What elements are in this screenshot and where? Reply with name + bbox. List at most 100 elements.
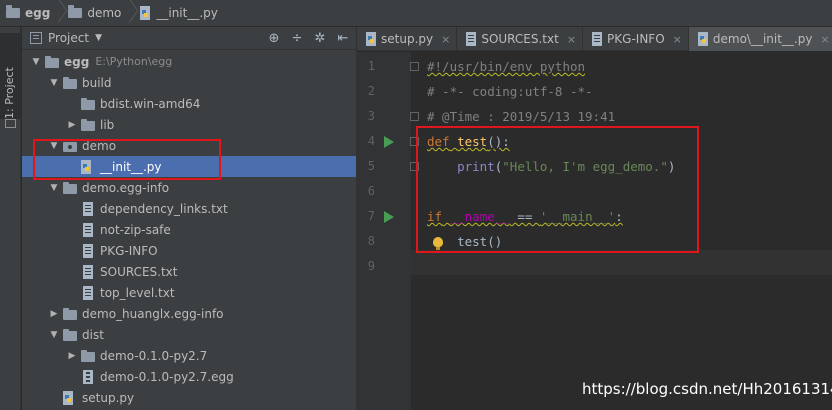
tree-item-label: top_level.txt — [100, 285, 175, 300]
tool-window-strip: 1: Project — [0, 27, 21, 410]
breadcrumb-item-init[interactable]: __init__.py — [139, 0, 218, 27]
locate-file-icon[interactable]: ⊕ — [267, 31, 281, 46]
line-number: 5 — [367, 159, 375, 173]
tree-item[interactable]: ▶demo-0.1.0-py2.7.egg — [22, 366, 356, 387]
python-file-icon — [365, 32, 377, 46]
tree-item[interactable]: ▼ dist — [22, 324, 356, 345]
chevron-down-icon[interactable]: ▼ — [48, 78, 60, 88]
tree-item[interactable]: ▶ lib — [22, 114, 356, 135]
close-icon[interactable]: × — [673, 33, 682, 46]
hide-panel-icon[interactable]: ⇤ — [336, 31, 350, 46]
editor-tab[interactable]: PKG-INFO × — [583, 27, 689, 51]
folder-icon — [62, 307, 78, 321]
tree-item[interactable]: ▼ build — [22, 72, 356, 93]
chevron-down-icon[interactable]: ▼ — [48, 183, 60, 193]
editor-tab[interactable]: setup.py × — [357, 27, 458, 51]
line-number: 2 — [367, 84, 375, 98]
chevron-right-icon[interactable]: ▶ — [48, 309, 60, 319]
editor-tab-bar: setup.py × SOURCES.txt × PKG-INFO × demo\__ini… — [357, 27, 832, 51]
run-icon[interactable] — [384, 136, 394, 148]
tree-item-label: egg — [64, 54, 90, 69]
tree-item-label: setup.py — [82, 390, 135, 405]
tree-item-label: demo-0.1.0-py2.7 — [100, 348, 208, 363]
tree-item[interactable]: ▶PKG-INFO — [22, 240, 356, 261]
tree-item-label: dependency_links.txt — [100, 201, 228, 216]
text-file-icon — [591, 32, 603, 46]
line-number: 3 — [367, 109, 375, 123]
code-line: if __name__ == '__main__': — [427, 209, 623, 224]
chevron-right-icon[interactable]: ▶ — [66, 120, 78, 130]
text-file-icon — [80, 264, 96, 279]
tree-item-label: lib — [100, 117, 115, 132]
python-file-icon — [80, 159, 96, 174]
text-file-icon — [80, 201, 96, 216]
editor-gutter: 1 2 3 4 5 6 7 8 9 — [357, 52, 419, 410]
tree-item[interactable]: ▶top_level.txt — [22, 282, 356, 303]
breadcrumb-label: demo — [87, 6, 122, 20]
editor-tab[interactable]: SOURCES.txt × — [457, 27, 584, 51]
tree-item[interactable]: ▼ demo.egg-info — [22, 177, 356, 198]
fold-icon[interactable] — [410, 162, 419, 171]
tree-item[interactable]: ▶setup.py — [22, 387, 356, 408]
fold-icon[interactable] — [410, 137, 419, 146]
line-number: 7 — [367, 209, 375, 223]
tree-item-label: not-zip-safe — [100, 222, 171, 237]
chevron-right-icon[interactable]: ▶ — [66, 351, 78, 361]
text-file-icon — [80, 243, 96, 258]
chevron-down-icon[interactable]: ▼ — [95, 33, 102, 43]
chevron-down-icon[interactable]: ▼ — [48, 141, 60, 151]
gear-icon[interactable]: ✲ — [313, 31, 327, 46]
tree-item-path: E:\Python\egg — [95, 55, 173, 68]
code-line: # @Time : 2019/5/13 19:41 — [427, 109, 616, 124]
tree-item[interactable]: ▶SOURCES.txt — [22, 261, 356, 282]
editor-tab[interactable]: demo\__init__.py × — [688, 27, 832, 51]
python-file-icon — [62, 390, 78, 405]
editor-tab-label: PKG-INFO — [607, 32, 665, 46]
line-number: 1 — [367, 59, 375, 73]
tree-item[interactable]: ▶bdist.win-amd64 — [22, 93, 356, 114]
text-file-icon — [80, 285, 96, 300]
breadcrumb-item-demo[interactable]: demo — [68, 0, 121, 27]
tree-item-label: demo — [82, 138, 117, 153]
close-icon[interactable]: × — [441, 33, 450, 46]
folder-icon — [68, 5, 83, 18]
editor-tab-label: SOURCES.txt — [481, 32, 559, 46]
watermark: https://blog.csdn.net/Hh20161314 — [582, 380, 832, 398]
chevron-down-icon[interactable]: ▼ — [30, 57, 42, 67]
tree-item[interactable]: ▶__init__.py — [22, 156, 356, 177]
project-tool-tab[interactable]: 1: Project — [0, 33, 21, 119]
close-icon[interactable]: × — [567, 33, 576, 46]
layout-icon[interactable] — [5, 119, 16, 128]
tree-item[interactable]: ▼ demo — [22, 135, 356, 156]
code-line: # -*- coding:utf-8 -*- — [427, 84, 593, 99]
text-file-icon — [465, 32, 477, 46]
tree-item-label: bdist.win-amd64 — [100, 96, 201, 111]
lightbulb-icon[interactable] — [433, 237, 443, 250]
chevron-down-icon[interactable]: ▼ — [48, 330, 60, 340]
project-view-icon — [30, 32, 42, 44]
fold-icon[interactable] — [410, 62, 419, 71]
fold-icon[interactable] — [410, 112, 419, 121]
project-panel: Project ▼ ⊕ ÷ ✲ ⇤ ▼ egg E:\Python\egg ▼ buil… — [22, 27, 356, 410]
run-icon[interactable] — [384, 211, 394, 223]
archive-file-icon — [80, 369, 96, 384]
tree-item[interactable]: ▶ demo-0.1.0-py2.7 — [22, 345, 356, 366]
collapse-all-icon[interactable]: ÷ — [290, 31, 304, 46]
breadcrumb-item-egg[interactable]: egg — [6, 0, 50, 27]
folder-icon — [44, 55, 60, 69]
python-file-icon — [140, 6, 151, 20]
folder-icon — [80, 118, 96, 132]
code-editor: setup.py × SOURCES.txt × PKG-INFO × demo\__ini… — [356, 27, 832, 410]
breadcrumb-label: egg — [25, 6, 51, 20]
folder-icon — [62, 181, 78, 195]
tree-item[interactable]: ▼ egg E:\Python\egg — [22, 51, 356, 72]
tree-item[interactable]: ▶not-zip-safe — [22, 219, 356, 240]
tree-item[interactable]: ▶dependency_links.txt — [22, 198, 356, 219]
project-view-selector[interactable]: Project — [48, 31, 89, 45]
tree-item[interactable]: ▶ demo_huanglx.egg-info — [22, 303, 356, 324]
close-icon[interactable]: × — [820, 33, 829, 46]
package-folder-icon — [62, 139, 78, 153]
code-line: #!/usr/bin/env python — [427, 59, 586, 74]
breadcrumb-label: __init__.py — [156, 6, 218, 20]
folder-icon — [80, 349, 96, 363]
